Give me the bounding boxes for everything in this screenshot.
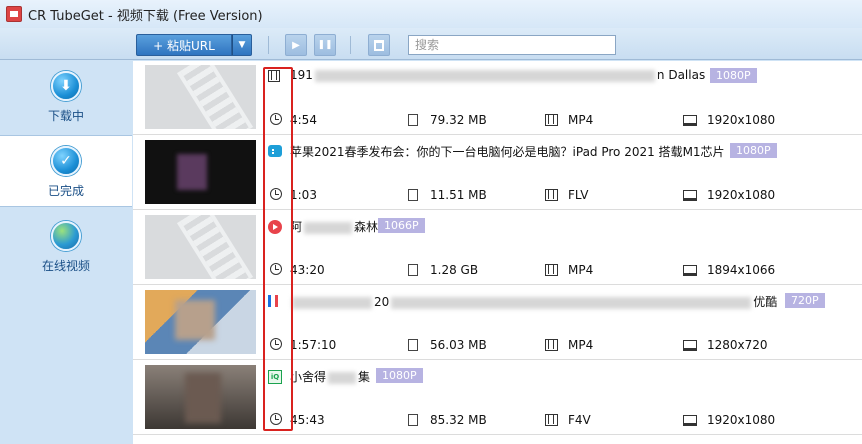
video-thumbnail[interactable]: [145, 365, 256, 429]
resolution: 1894x1066: [683, 263, 775, 277]
video-thumbnail[interactable]: [145, 215, 256, 279]
iqiyi-icon: iQ: [268, 370, 282, 384]
sidebar-item-online-video[interactable]: 在线视频: [0, 211, 132, 283]
resolution: 1920x1080: [683, 413, 775, 427]
file-size: 1.28 GB: [408, 263, 478, 277]
film-icon: [545, 414, 558, 426]
video-thumbnail[interactable]: [145, 65, 256, 129]
file-size: 85.32 MB: [408, 413, 487, 427]
video-row[interactable]: 阿森林 1066P 43:20 1.28 GB MP4 1894x1066: [133, 211, 862, 285]
toolbar-divider: [268, 36, 269, 54]
film-icon: [545, 114, 558, 126]
pause-button[interactable]: ❚❚: [314, 34, 336, 56]
video-row[interactable]: 20 优酷 720P 1:57:10 56.03 MB MP4 1280x720: [133, 286, 862, 360]
sidebar-item-label: 下载中: [47, 109, 84, 123]
bilibili-icon: [268, 145, 282, 157]
video-title: 苹果2021春季发布会：你的下一台电脑何必是电脑？iPad Pro 2021 搭…: [290, 145, 725, 159]
file-format: F4V: [545, 413, 591, 427]
film-icon: [268, 70, 280, 82]
play-icon: ▶: [292, 39, 300, 51]
file-icon: [408, 339, 418, 351]
quality-badge: 1066P: [378, 218, 425, 233]
resolution: 1280x720: [683, 338, 768, 352]
redacted-text: [391, 296, 752, 309]
toolbar-divider: [350, 36, 351, 54]
monitor-icon: [683, 414, 697, 426]
check-icon: ✓: [51, 146, 81, 176]
duration: 45:43: [290, 413, 325, 427]
clock-icon: [270, 263, 282, 275]
file-format: FLV: [545, 188, 588, 202]
delete-button[interactable]: [368, 34, 390, 56]
toolbar: + 粘贴URL ▼ ▶ ❚❚: [0, 28, 862, 60]
download-icon: ⬇: [51, 71, 81, 101]
search-input[interactable]: [408, 35, 616, 55]
sidebar-item-label: 在线视频: [41, 259, 90, 273]
pause-icon: ❚❚: [317, 40, 333, 50]
film-icon: [545, 189, 558, 201]
globe-icon: [51, 221, 81, 251]
redacted-text: [304, 221, 353, 234]
video-title: 小舍得集: [290, 370, 371, 384]
film-icon: [545, 264, 558, 276]
quality-badge: 1080P: [710, 68, 757, 83]
quality-badge: 720P: [785, 293, 825, 308]
file-icon: [408, 264, 418, 276]
video-row[interactable]: 苹果2021春季发布会：你的下一台电脑何必是电脑？iPad Pro 2021 搭…: [133, 136, 862, 210]
video-row[interactable]: iQ 小舍得集 1080P 45:43 85.32 MB F4V 1920x10…: [133, 361, 862, 435]
file-icon: [408, 189, 418, 201]
title-bar: CR TubeGet - 视频下载 (Free Version): [0, 0, 862, 28]
monitor-icon: [683, 339, 697, 351]
file-format: MP4: [545, 263, 593, 277]
file-format: MP4: [545, 338, 593, 352]
paste-url-dropdown[interactable]: ▼: [232, 34, 252, 56]
app-logo-icon: [6, 6, 22, 22]
file-icon: [408, 114, 418, 126]
blue-logo-icon: [268, 295, 278, 307]
video-row[interactable]: 191 n Dallas 1080P 4:54 79.32 MB MP4 1920…: [133, 61, 862, 135]
file-size: 56.03 MB: [408, 338, 487, 352]
film-icon: [545, 339, 558, 351]
completed-video-list: 191 n Dallas 1080P 4:54 79.32 MB MP4 1920…: [133, 61, 862, 444]
video-title: 阿森林: [290, 220, 379, 234]
video-thumbnail[interactable]: [145, 140, 256, 204]
clock-icon: [270, 188, 282, 200]
red-play-icon: [268, 220, 282, 234]
sidebar-item-downloading[interactable]: ⬇ 下载中: [0, 61, 132, 133]
resolution: 1920x1080: [683, 188, 775, 202]
duration: 1:03: [290, 188, 317, 202]
window-title: CR TubeGet - 视频下载 (Free Version): [28, 8, 263, 24]
video-title: 191 n Dallas: [290, 68, 706, 82]
monitor-icon: [683, 264, 697, 276]
file-size: 79.32 MB: [408, 113, 487, 127]
quality-badge: 1080P: [730, 143, 777, 158]
duration: 4:54: [290, 113, 317, 127]
clock-icon: [270, 338, 282, 350]
clock-icon: [270, 413, 282, 425]
sidebar-item-label: 已完成: [47, 184, 84, 198]
paste-url-button[interactable]: + 粘贴URL: [136, 34, 232, 56]
redacted-text: [328, 371, 357, 384]
file-icon: [408, 414, 418, 426]
file-size: 11.51 MB: [408, 188, 487, 202]
trash-icon: [374, 39, 384, 51]
duration: 1:57:10: [290, 338, 337, 352]
monitor-icon: [683, 189, 697, 201]
quality-badge: 1080P: [376, 368, 423, 383]
resume-button[interactable]: ▶: [285, 34, 307, 56]
monitor-icon: [683, 114, 697, 126]
video-title: 20 优酷: [290, 293, 777, 310]
redacted-text: [314, 69, 655, 82]
file-format: MP4: [545, 113, 593, 127]
sidebar-item-completed[interactable]: ✓ 已完成: [0, 135, 132, 207]
redacted-text: [292, 296, 372, 309]
video-thumbnail[interactable]: [145, 290, 256, 354]
resolution: 1920x1080: [683, 113, 775, 127]
duration: 43:20: [290, 263, 325, 277]
sidebar: ⬇ 下载中 ✓ 已完成 在线视频: [0, 61, 132, 444]
clock-icon: [270, 113, 282, 125]
